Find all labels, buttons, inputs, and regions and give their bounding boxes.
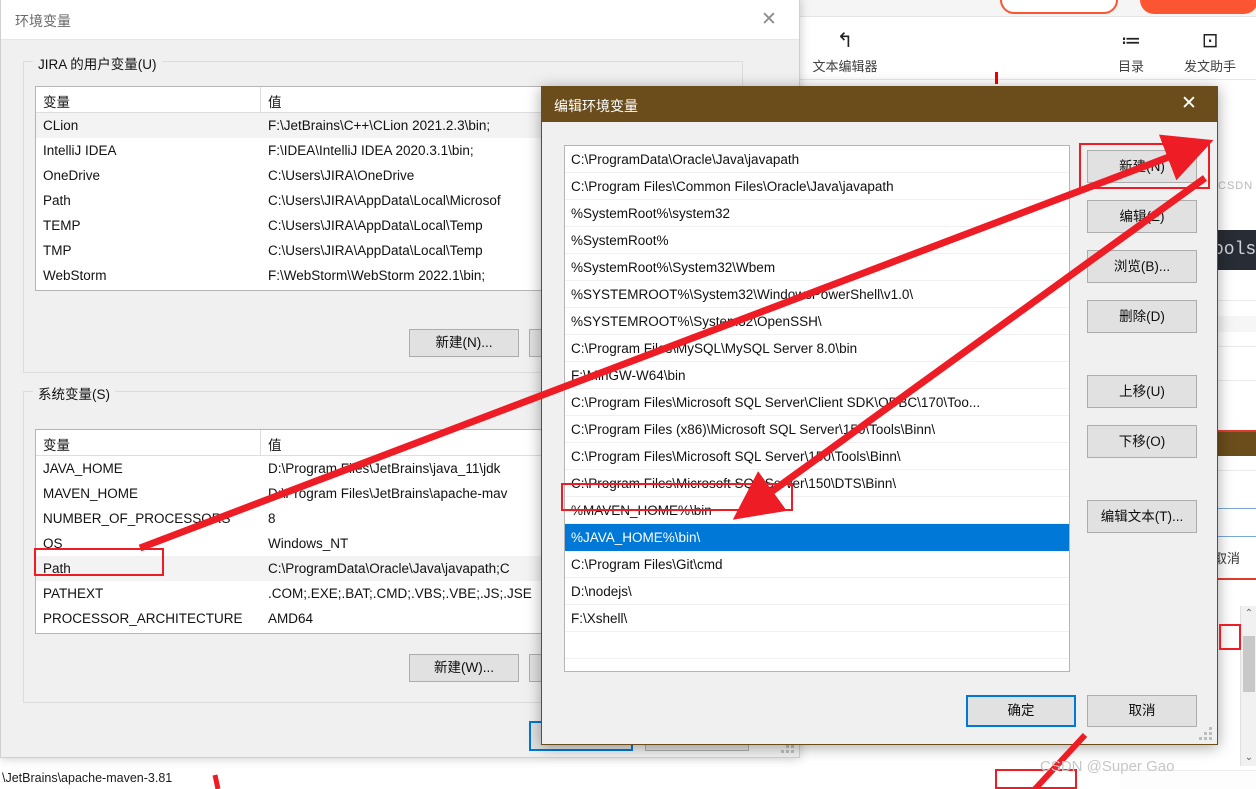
cell-name: PROCESSOR_IDENTIFIER [36,631,261,633]
edit-browse-button[interactable]: 浏览(B)... [1087,250,1197,283]
column-header-name[interactable]: 变量 [36,430,261,455]
annotation-box-bg-small [1219,624,1241,650]
list-item-selected[interactable]: %JAVA_HOME%\bin\ [565,524,1069,551]
undo-icon: ↰ [836,30,854,52]
cell-name: MAVEN_HOME [43,486,139,501]
list-item-empty[interactable] [565,632,1069,659]
edit-delete-button[interactable]: 删除(D) [1087,300,1197,333]
bg-red-marker [995,72,998,84]
bg-divider [1212,346,1256,347]
list-item[interactable]: C:\Program Files (x86)\Microsoft SQL Ser… [565,416,1069,443]
cell-name: NUMBER_OF_PROCESSORS [43,511,231,526]
cell-name: TEMP [43,218,81,233]
bg-divider [1212,380,1256,381]
list-icon: ≔ [1121,30,1141,52]
edit-move-down-button[interactable]: 下移(O) [1087,425,1197,458]
cell-name: PROCESSOR_ARCHITECTURE [43,611,243,626]
assistant-icon: ⊡ [1201,30,1219,52]
env-dialog-titlebar: 环境变量 ✕ [1,0,799,40]
bg-divider [1212,470,1256,471]
cell-name: PATHEXT [43,586,104,601]
system-new-button[interactable]: 新建(W)... [409,654,519,682]
bg-divider [1212,300,1256,301]
bg-tool-catalog[interactable]: ≔ 目录 [1108,29,1154,75]
close-icon[interactable]: ✕ [749,7,789,33]
list-item[interactable]: C:\Program Files\Git\cmd [565,551,1069,578]
watermark: CSDN @Super Gao [1040,758,1175,775]
column-header-name[interactable]: 变量 [36,87,261,112]
resize-grip[interactable] [1199,727,1213,741]
bg-highlight-strip [1212,430,1256,456]
bg-link-line [1212,508,1256,509]
edit-dialog-title: 编辑环境变量 [554,98,638,114]
list-item[interactable]: %SystemRoot%\System32\Wbem [565,254,1069,281]
list-item[interactable]: C:\Program Files\Common Files\Oracle\Jav… [565,173,1069,200]
bg-tool-text-editor[interactable]: ↰ 文本编辑器 [790,29,900,75]
bg-scrollbar[interactable]: ⌃ ⌄ [1240,606,1256,766]
path-entries-list[interactable]: C:\ProgramData\Oracle\Java\javapath C:\P… [564,145,1070,672]
user-variables-legend: JIRA 的用户变量(U) [33,53,162,73]
edit-cancel-button[interactable]: 取消 [1087,695,1197,727]
edit-dialog-titlebar: 编辑环境变量 ✕ [542,87,1217,122]
list-item[interactable]: C:\Program Files\Microsoft SQL Server\15… [565,443,1069,470]
list-item[interactable]: D:\nodejs\ [565,578,1069,605]
list-item[interactable]: %SYSTEMROOT%\System32\OpenSSH\ [565,308,1069,335]
list-item[interactable]: %SystemRoot% [565,227,1069,254]
bg-link-line [1212,536,1256,537]
list-item[interactable]: %SystemRoot%\system32 [565,200,1069,227]
bg-csdn-label: CSDN [1218,180,1254,192]
bg-editor-toolbar: ↰ 文本编辑器 ≔ 目录 ⊡ 发文助手 [790,17,1256,80]
annotation-box-path-row [34,548,164,576]
cell-name: JAVA_HOME [43,461,123,476]
scroll-down-icon[interactable]: ⌄ [1241,750,1256,766]
env-dialog-title: 环境变量 [15,13,71,29]
list-item[interactable]: C:\ProgramData\Oracle\Java\javapath [565,146,1069,173]
bg-publish-button[interactable] [1140,0,1256,14]
system-variables-legend: 系统变量(S) [33,383,115,403]
bg-row [1212,316,1256,332]
annotation-box-selected-path [561,483,793,511]
bg-tool-assistant[interactable]: ⊡ 发文助手 [1164,29,1256,75]
cell-name: IntelliJ IDEA [43,143,117,158]
edit-text-button[interactable]: 编辑文本(T)... [1087,500,1197,533]
list-item-empty[interactable] [565,659,1069,671]
edit-ok-button[interactable]: 确定 [966,695,1076,727]
list-item[interactable]: C:\Program Files\Microsoft SQL Server\Cl… [565,389,1069,416]
status-bar: \JetBrains\apache-maven-3.81 [2,771,173,785]
annotation-box-new-button [1079,143,1210,189]
edit-edit-button[interactable]: 编辑(E) [1087,200,1197,233]
user-new-button[interactable]: 新建(N)... [409,329,519,357]
cell-name: CLion [43,118,79,133]
scrollbar-thumb[interactable] [1243,636,1255,692]
cell-name: WebStorm [43,268,107,283]
close-icon[interactable]: ✕ [1167,90,1211,118]
bg-top-bar [790,0,1256,17]
list-item[interactable]: C:\Program Files\MySQL\MySQL Server 8.0\… [565,335,1069,362]
bg-save-draft-button[interactable] [1000,0,1118,14]
list-item[interactable]: F:\Xshell\ [565,605,1069,632]
cell-name: OneDrive [43,168,101,183]
cell-name: TMP [43,243,72,258]
list-item[interactable]: F:\MinGW-W64\bin [565,362,1069,389]
bg-red-divider [1212,578,1256,580]
list-item[interactable]: %SYSTEMROOT%\System32\WindowsPowerShell\… [565,281,1069,308]
edit-move-up-button[interactable]: 上移(U) [1087,375,1197,408]
scroll-up-icon[interactable]: ⌃ [1241,606,1256,622]
cell-name: Path [43,193,71,208]
